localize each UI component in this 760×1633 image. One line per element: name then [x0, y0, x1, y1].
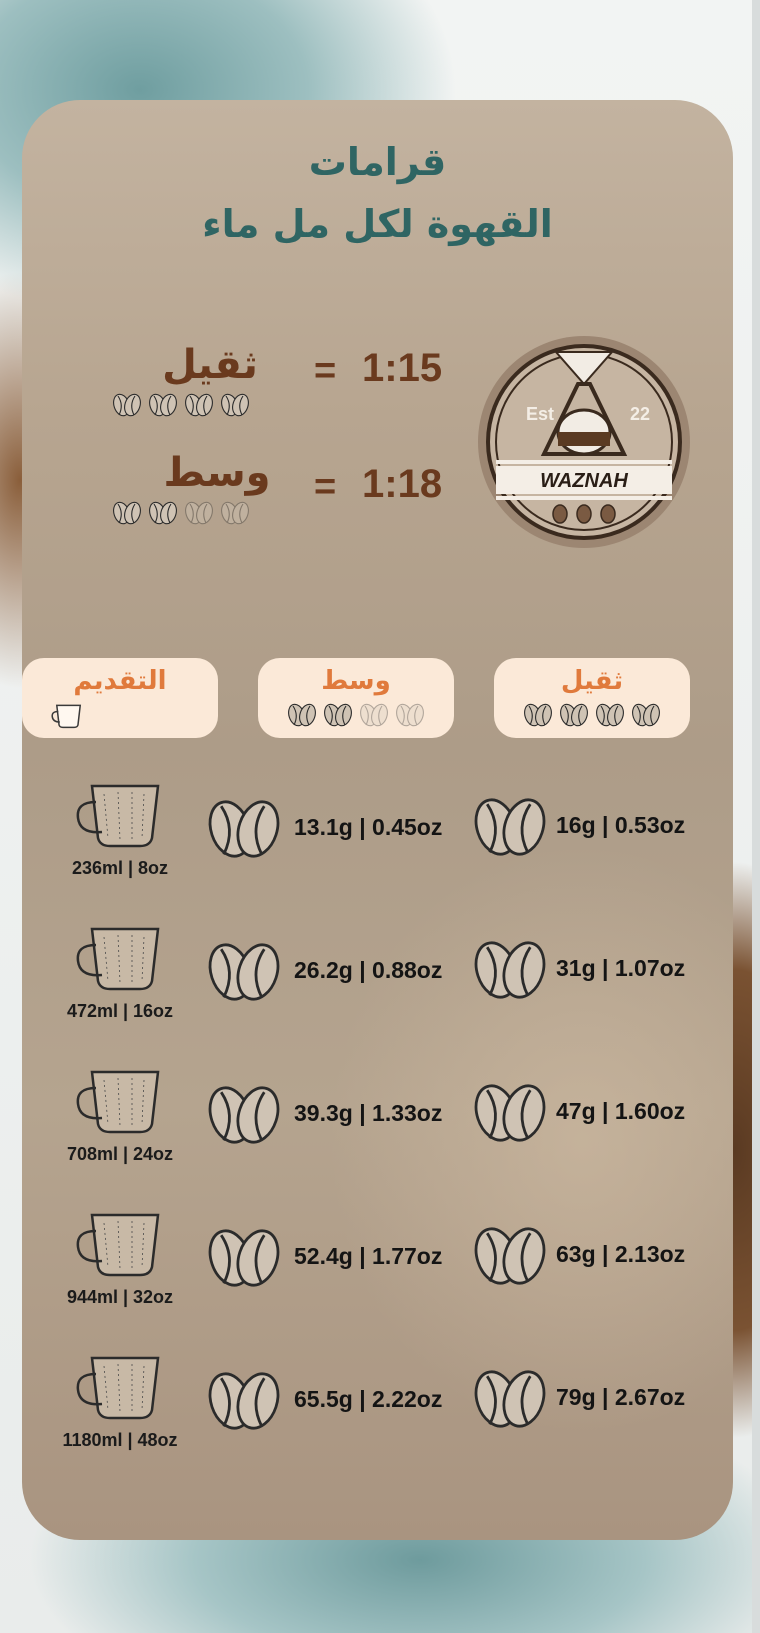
- coffee-bean-icon: [596, 703, 624, 727]
- cup-icon: [76, 1070, 160, 1134]
- waznah-logo: Est 22 WAZNAH: [478, 336, 690, 548]
- heavy-amount: 63g | 2.13oz: [556, 1241, 686, 1267]
- tab-medium-label: وسط: [321, 666, 391, 696]
- medium-bean-icon: [208, 1086, 280, 1144]
- coffee-bean-icon: [288, 703, 316, 727]
- tab-heavy[interactable]: ثقيل: [494, 658, 690, 738]
- coffee-bean-icon: [221, 393, 249, 417]
- ratio-heavy-label: ثقيل: [162, 342, 258, 388]
- cup-icon: [76, 784, 160, 848]
- medium-amount: 52.4g | 1.77oz: [294, 1243, 443, 1269]
- table-row: 708ml | 24oz 39.3g | 1.33oz 47g | 1.60oz: [22, 1058, 733, 1188]
- table-row: 944ml | 32oz 52.4g | 1.77oz 63g | 2.13oz: [22, 1201, 733, 1331]
- ratio-medium-beans: [112, 500, 250, 526]
- cup-icon: [76, 927, 160, 991]
- coffee-bean-icon: [113, 501, 141, 525]
- heavy-bean-icon: [474, 941, 546, 999]
- logo-beans-icon: [552, 504, 616, 524]
- coffee-bean-icon: [149, 501, 177, 525]
- ratio-medium-label: وسط: [163, 450, 271, 496]
- coffee-bean-icon: [324, 703, 352, 727]
- ratio-medium-value: 1:18: [362, 462, 443, 506]
- tab-serving-label: التقديم: [73, 666, 167, 696]
- logo-est-label: Est: [526, 404, 554, 424]
- heavy-bean-icon: [474, 1370, 546, 1428]
- medium-amount: 39.3g | 1.33oz: [294, 1100, 443, 1126]
- medium-amount: 65.5g | 2.22oz: [294, 1386, 443, 1412]
- heavy-bean-icon: [474, 1227, 546, 1285]
- coffee-bean-icon: [149, 393, 177, 417]
- page-subtitle: القهوة لكل مل ماء: [202, 202, 553, 246]
- coffee-bean-icon: [524, 703, 552, 727]
- medium-amount: 13.1g | 0.45oz: [294, 814, 443, 840]
- serving-size: 944ml | 32oz: [66, 1287, 174, 1307]
- serving-size: 236ml | 8oz: [71, 858, 169, 878]
- table-row: 472ml | 16oz 26.2g | 0.88oz 31g | 1.07oz: [22, 915, 733, 1045]
- heavy-amount: 47g | 1.60oz: [556, 1098, 686, 1124]
- coffee-bean-icon: [360, 703, 388, 727]
- serving-size: 1180ml | 48oz: [62, 1430, 178, 1450]
- table-row: 236ml | 8oz 13.1g | 0.45oz 16g | 0.53oz: [22, 772, 733, 902]
- serving-size: 708ml | 24oz: [66, 1144, 174, 1164]
- medium-bean-icon: [208, 943, 280, 1001]
- coffee-bean-icon: [185, 501, 213, 525]
- heavy-amount: 79g | 2.67oz: [556, 1384, 686, 1410]
- heavy-bean-icon: [474, 798, 546, 856]
- coffee-bean-icon: [632, 703, 660, 727]
- tab-heavy-beans: [523, 702, 661, 728]
- logo-brand: WAZNAH: [540, 470, 628, 492]
- heavy-amount: 31g | 1.07oz: [556, 955, 686, 981]
- cup-icon: [76, 1356, 160, 1420]
- medium-bean-icon: [208, 1372, 280, 1430]
- coffee-bean-icon: [396, 703, 424, 727]
- ratio-heavy-value: 1:15: [362, 346, 443, 390]
- tab-medium[interactable]: وسط: [258, 658, 454, 738]
- heavy-amount: 16g | 0.53oz: [556, 812, 686, 838]
- heavy-bean-icon: [474, 1084, 546, 1142]
- coffee-bean-icon: [560, 703, 588, 727]
- table-row: 1180ml | 48oz 65.5g | 2.22oz 79g | 2.67oz: [22, 1344, 733, 1474]
- cup-icon: [76, 1213, 160, 1277]
- ratio-heavy-beans: [112, 392, 250, 418]
- tab-serving[interactable]: التقديم: [22, 658, 218, 738]
- cup-icon: [51, 704, 82, 729]
- medium-bean-icon: [208, 800, 280, 858]
- medium-bean-icon: [208, 1229, 280, 1287]
- serving-size: 472ml | 16oz: [66, 1001, 174, 1021]
- coffee-bean-icon: [221, 501, 249, 525]
- coffee-bean-icon: [185, 393, 213, 417]
- coffee-ratio-card: قرامات القهوة لكل مل ماء ثقيل = 1:15 وسط…: [22, 100, 733, 1540]
- logo-est-value: 22: [630, 404, 650, 424]
- tab-heavy-label: ثقيل: [560, 666, 624, 696]
- page-title: قرامات: [308, 140, 447, 184]
- medium-amount: 26.2g | 0.88oz: [294, 957, 443, 983]
- ratio-heavy-equals: =: [314, 350, 337, 392]
- tab-medium-beans: [287, 702, 425, 728]
- ratio-medium-equals: =: [314, 466, 337, 508]
- coffee-bean-icon: [113, 393, 141, 417]
